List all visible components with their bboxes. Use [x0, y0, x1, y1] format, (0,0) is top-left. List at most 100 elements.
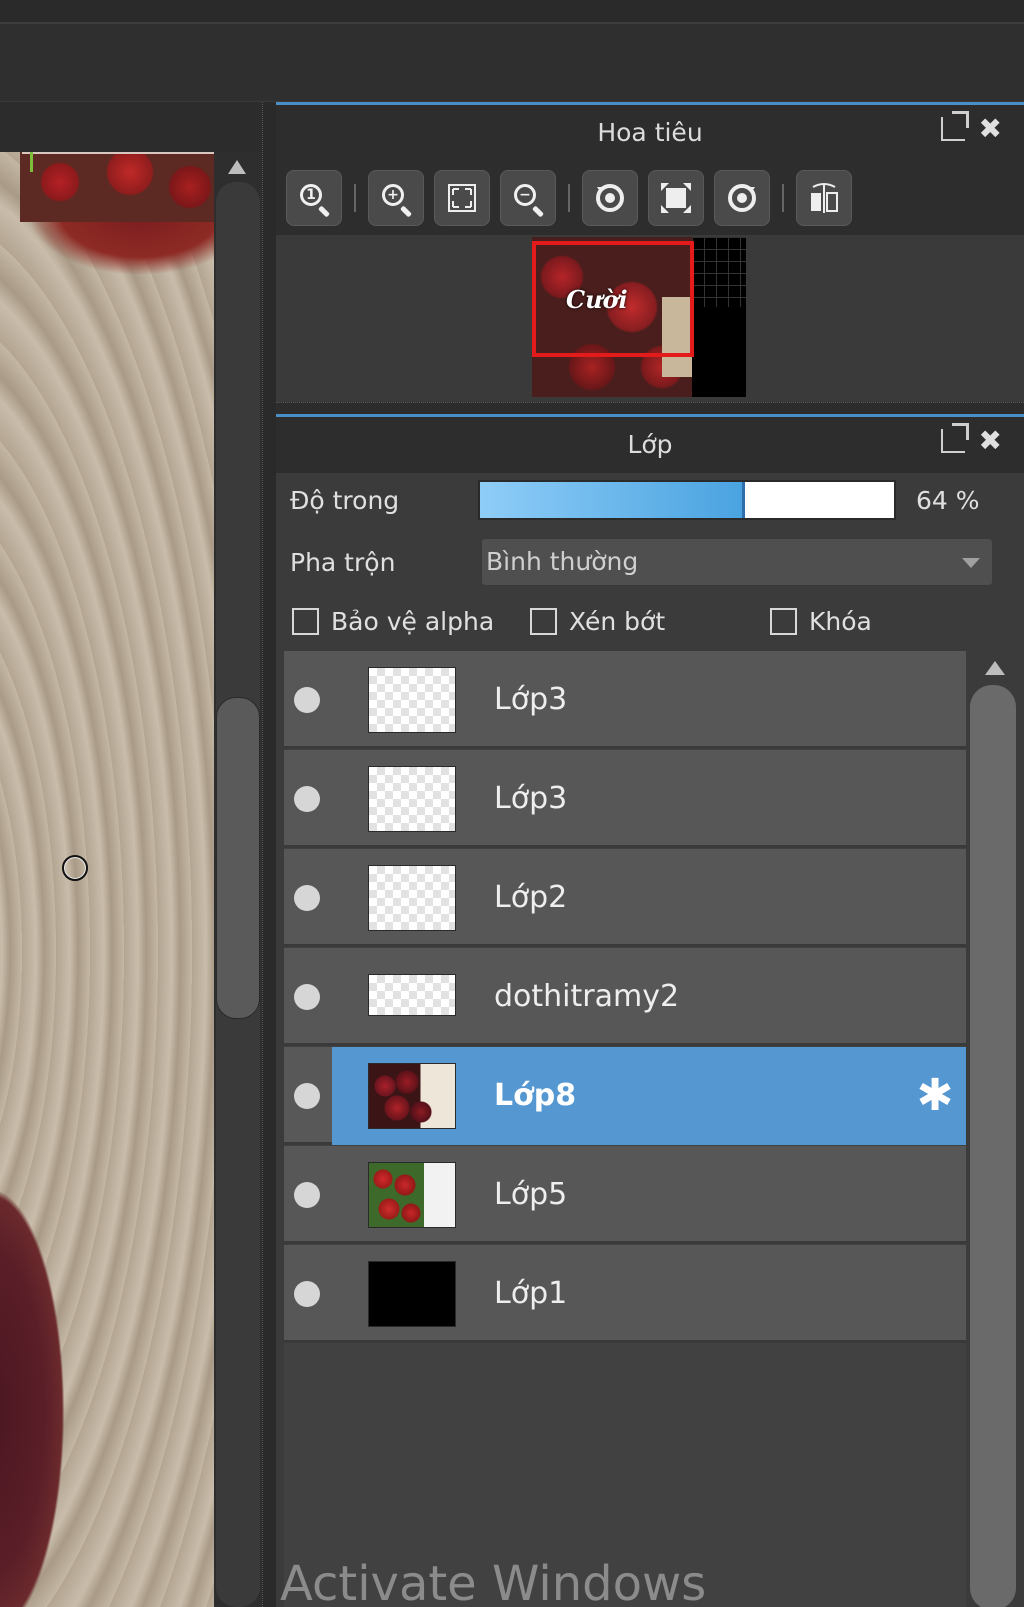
layer-row[interactable]: Lớp5	[284, 1146, 966, 1244]
layer-title: Lớp	[627, 430, 673, 459]
visibility-toggle-icon[interactable]	[294, 885, 320, 911]
zoom-out-icon: −	[514, 184, 545, 218]
layer-row[interactable]: dothitramy2	[284, 948, 966, 1046]
popout-icon[interactable]	[940, 111, 969, 141]
opacity-label: Độ trong	[290, 485, 400, 515]
zoom-actual-icon: 1	[300, 184, 331, 218]
close-icon[interactable]: ✖	[979, 115, 1002, 143]
viewport-frame[interactable]	[532, 241, 694, 357]
zoom-out-button[interactable]: −	[500, 170, 556, 226]
fit-screen-icon	[448, 184, 476, 212]
panel-gap	[276, 402, 1024, 414]
gear-icon[interactable]: ✱	[912, 1073, 958, 1119]
canvas-header	[0, 102, 276, 152]
canvas-green-marker	[30, 152, 33, 172]
layer-thumbnail	[368, 766, 456, 832]
layer-thumbnail	[368, 865, 456, 931]
visibility-toggle-icon[interactable]	[294, 1182, 320, 1208]
visibility-toggle-icon[interactable]	[294, 1083, 320, 1109]
layer-row[interactable]: Lớp1	[284, 1245, 966, 1343]
protect-alpha-checkbox[interactable]: Bảo vệ alpha	[292, 607, 494, 636]
blend-mode-value: Bình thường	[486, 547, 639, 576]
canvas-area[interactable]	[0, 102, 276, 1607]
toolbar-separator	[568, 184, 570, 212]
visibility-toggle-icon[interactable]	[294, 786, 320, 812]
opacity-value: 64 %	[916, 485, 980, 515]
rotate-left-icon	[596, 184, 624, 212]
layer-name: Lớp2	[494, 880, 568, 915]
flip-button[interactable]	[796, 170, 852, 226]
rotate-left-button[interactable]	[582, 170, 638, 226]
title-bar	[0, 0, 1024, 24]
zoom-actual-button[interactable]: 1	[286, 170, 342, 226]
activation-watermark: Activate Windows	[280, 1556, 707, 1607]
zoom-in-button[interactable]: +	[368, 170, 424, 226]
layer-row[interactable]: Lớp3	[284, 651, 966, 749]
app-window: Hoa tiêu ✖ 1 + − Cười Lớp ✖ Độ trong 64 …	[0, 0, 1024, 1607]
visibility-toggle-icon[interactable]	[294, 984, 320, 1010]
scroll-up-arrow-icon[interactable]	[228, 160, 246, 174]
layer-name: Lớp3	[494, 781, 568, 816]
layer-row[interactable]: Lớp2	[284, 849, 966, 947]
clip-checkbox[interactable]: Xén bớt	[530, 607, 665, 636]
opacity-slider[interactable]	[478, 480, 896, 520]
layer-name: Lớp1	[494, 1276, 568, 1311]
navigator-preview[interactable]: Cười	[276, 235, 1024, 405]
layer-name: Lớp8	[494, 1078, 577, 1113]
layer-name: Lớp3	[494, 682, 568, 717]
layer-options: Bảo vệ alpha Xén bớt Khóa	[276, 595, 1024, 645]
checkbox-box[interactable]	[530, 608, 557, 635]
layer-row-selected[interactable]: Lớp8 ✱	[284, 1047, 966, 1145]
preview-grid	[692, 237, 746, 307]
layer-thumbnail	[368, 667, 456, 733]
checkbox-box[interactable]	[770, 608, 797, 635]
brush-cursor-icon	[62, 855, 88, 881]
scroll-thumb[interactable]	[216, 697, 260, 1019]
navigator-title-bar: Hoa tiêu ✖	[276, 105, 1024, 161]
navigator-toolbar: 1 + −	[276, 161, 1024, 235]
options-bar	[0, 26, 1024, 102]
navigator-title: Hoa tiêu	[597, 118, 703, 147]
layer-list[interactable]: Lớp3 Lớp3 Lớp2 dothitramy2 Lớp8 ✱ Lớp5 L…	[284, 651, 966, 1607]
popout-icon[interactable]	[940, 423, 969, 453]
visibility-toggle-icon[interactable]	[294, 687, 320, 713]
navigator-panel: Hoa tiêu ✖ 1 + − Cười	[276, 102, 1024, 405]
visibility-toggle-icon[interactable]	[294, 1281, 320, 1307]
blend-label: Pha trộn	[290, 547, 396, 577]
layer-thumbnail	[368, 1162, 456, 1228]
toolbar-separator	[782, 184, 784, 212]
layer-list-scrollbar[interactable]	[966, 651, 1024, 1607]
full-view-button[interactable]	[648, 170, 704, 226]
layer-row[interactable]: Lớp3	[284, 750, 966, 848]
blend-mode-select[interactable]: Bình thường	[481, 538, 993, 586]
chevron-down-icon	[962, 558, 980, 568]
canvas-border-line	[22, 152, 214, 154]
scroll-thumb[interactable]	[970, 685, 1016, 1607]
opacity-row: Độ trong 64 %	[276, 475, 1024, 525]
checkbox-box[interactable]	[292, 608, 319, 635]
toolbar-separator	[354, 184, 356, 212]
canvas-berries	[20, 152, 214, 222]
zoom-in-icon: +	[382, 184, 413, 218]
layer-name: dothitramy2	[494, 979, 680, 1014]
layer-name: Lớp5	[494, 1177, 568, 1212]
scroll-up-arrow-icon[interactable]	[985, 661, 1005, 675]
rotate-right-button[interactable]	[714, 170, 770, 226]
layer-title-bar: Lớp ✖	[276, 417, 1024, 473]
preview-thumbnail[interactable]: Cười	[532, 237, 746, 397]
blend-row: Pha trộn Bình thường	[276, 537, 1024, 587]
panel-splitter[interactable]	[262, 102, 276, 1607]
lock-label: Khóa	[809, 607, 872, 636]
rotate-right-icon	[728, 184, 756, 212]
close-icon[interactable]: ✖	[979, 427, 1002, 455]
canvas-image[interactable]	[0, 152, 214, 1607]
clip-label: Xén bớt	[569, 607, 666, 636]
lock-checkbox[interactable]: Khóa	[770, 607, 872, 636]
layer-thumbnail	[368, 1261, 456, 1327]
layer-thumbnail	[368, 1063, 456, 1129]
protect-alpha-label: Bảo vệ alpha	[331, 607, 495, 636]
fit-screen-button[interactable]	[434, 170, 490, 226]
canvas-scrollbar[interactable]	[214, 152, 262, 1607]
full-view-icon	[661, 183, 691, 213]
layer-thumbnail	[368, 974, 456, 1016]
